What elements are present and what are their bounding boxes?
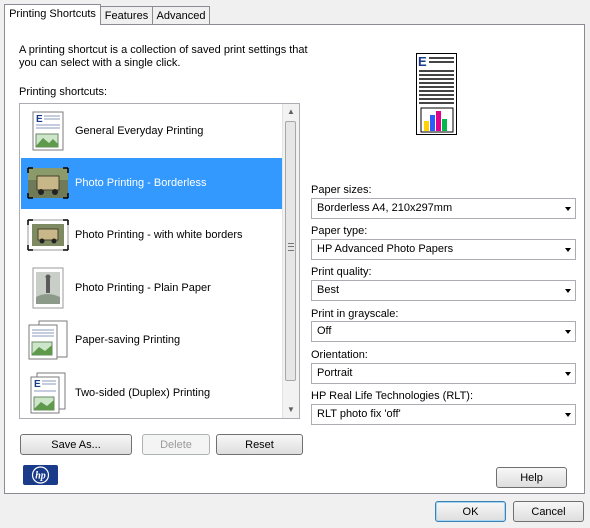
chevron-down-icon (565, 289, 571, 293)
tab-printing-shortcuts[interactable]: Printing Shortcuts (4, 4, 101, 25)
list-item-label: General Everyday Printing (75, 125, 204, 137)
list-item-label: Photo Printing - Borderless (75, 177, 207, 189)
tab-features[interactable]: Features (100, 6, 153, 24)
list-scrollbar[interactable]: ▲ ▼ (282, 104, 299, 418)
list-item-label: Photo Printing - Plain Paper (75, 282, 211, 294)
paper-sizes-dropdown[interactable]: Borderless A4, 210x297mm (311, 198, 576, 219)
rlt-value: RLT photo fix 'off' (317, 408, 401, 420)
list-item[interactable]: E General Everyday Printing (21, 106, 283, 157)
chevron-down-icon (565, 248, 571, 252)
cancel-button[interactable]: Cancel (513, 501, 584, 522)
print-quality-label: Print quality: (311, 266, 372, 278)
rlt-dropdown[interactable]: RLT photo fix 'off' (311, 404, 576, 425)
grayscale-dropdown[interactable]: Off (311, 321, 576, 342)
orientation-dropdown[interactable]: Portrait (311, 363, 576, 384)
list-item[interactable]: Photo Printing - Plain Paper (21, 263, 283, 314)
print-quality-value: Best (317, 284, 340, 296)
paper-sizes-label: Paper sizes: (311, 184, 372, 196)
hp-logo-icon: hp (31, 466, 50, 484)
scroll-down-arrow-icon[interactable]: ▼ (283, 402, 299, 418)
list-item-label: Paper-saving Printing (75, 334, 181, 346)
chevron-down-icon (565, 207, 571, 211)
chevron-down-icon (565, 413, 571, 417)
paper-saving-icon (28, 320, 68, 360)
chevron-down-icon (565, 372, 571, 376)
paper-type-label: Paper type: (311, 225, 368, 237)
scroll-thumb[interactable] (285, 121, 296, 381)
delete-button[interactable]: Delete (142, 434, 210, 455)
list-item[interactable]: E Two-sided (Duplex) Printing (21, 368, 283, 418)
svg-text:E: E (418, 54, 427, 69)
list-item-label: Two-sided (Duplex) Printing (75, 387, 211, 399)
svg-text:E: E (34, 379, 41, 390)
hp-logo: hp (23, 465, 58, 485)
photo-white-borders-icon (27, 219, 69, 251)
reset-button[interactable]: Reset (216, 434, 303, 455)
photo-plain-paper-icon (32, 267, 64, 309)
print-preview-icon: E (416, 53, 457, 135)
chevron-down-icon (565, 330, 571, 334)
photo-borderless-icon (27, 167, 69, 199)
svg-text:hp: hp (35, 471, 46, 482)
ok-button[interactable]: OK (435, 501, 506, 522)
save-as-button[interactable]: Save As... (20, 434, 132, 455)
help-button[interactable]: Help (496, 467, 567, 488)
shortcuts-label: Printing shortcuts: (19, 86, 108, 98)
description-text: A printing shortcut is a collection of s… (19, 44, 308, 69)
scroll-grip-icon (288, 243, 294, 251)
grayscale-value: Off (317, 325, 332, 337)
print-quality-dropdown[interactable]: Best (311, 280, 576, 301)
duplex-icon: E (30, 372, 66, 414)
paper-type-value: HP Advanced Photo Papers (317, 243, 454, 255)
list-item[interactable]: Photo Printing - with white borders (21, 210, 283, 261)
shortcuts-list[interactable]: E General Everyday Printing Photo Printi… (19, 103, 300, 419)
paper-sizes-value: Borderless A4, 210x297mm (317, 202, 453, 214)
paper-type-dropdown[interactable]: HP Advanced Photo Papers (311, 239, 576, 260)
orientation-value: Portrait (317, 367, 353, 379)
grayscale-label: Print in grayscale: (311, 308, 399, 320)
orientation-label: Orientation: (311, 349, 368, 361)
list-item-selected[interactable]: Photo Printing - Borderless (21, 158, 283, 209)
svg-text:E: E (36, 114, 43, 125)
list-item[interactable]: Paper-saving Printing (21, 315, 283, 366)
shortcuts-panel: A printing shortcut is a collection of s… (4, 24, 585, 494)
rlt-label: HP Real Life Technologies (RLT): (311, 390, 474, 402)
tab-advanced[interactable]: Advanced (152, 6, 210, 24)
document-icon: E (32, 111, 64, 151)
scroll-up-arrow-icon[interactable]: ▲ (283, 104, 299, 120)
list-item-label: Photo Printing - with white borders (75, 229, 243, 241)
